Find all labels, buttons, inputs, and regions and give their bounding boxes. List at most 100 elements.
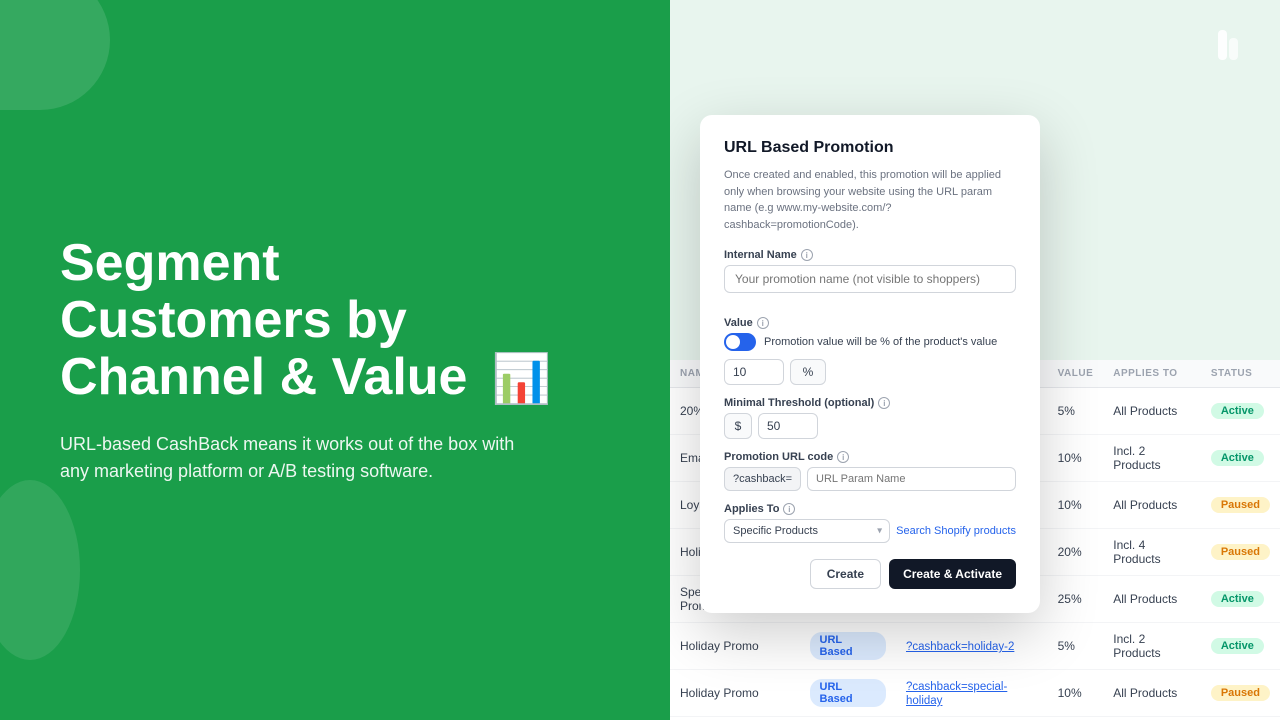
blob-decoration-bottom <box>0 480 80 660</box>
threshold-info-icon: i <box>878 397 890 409</box>
param-prefix: ?cashback= <box>724 467 801 491</box>
promo-code-link[interactable]: ?cashback=special-holiday <box>906 681 1007 707</box>
toggle-row: Promotion value will be % of the product… <box>724 333 1016 351</box>
status-badge: Active <box>1211 591 1264 607</box>
cell-value: 20% <box>1048 529 1104 576</box>
cell-status: Active <box>1201 576 1280 623</box>
cell-applies: Incl. 2 Products <box>1103 623 1201 670</box>
modal-title: URL Based Promotion <box>724 139 1016 157</box>
status-badge: Paused <box>1211 544 1270 560</box>
cell-promo: ?cashback=holiday-2 <box>896 623 1048 670</box>
col-applies: APPLIES TO <box>1103 360 1201 388</box>
cell-applies: All Products <box>1103 670 1201 717</box>
value-group: Value i Promotion value will be % of the… <box>724 317 1016 385</box>
cell-promo: ?cashback=special-holid... <box>896 717 1048 720</box>
applies-to-select[interactable]: Specific Products All Products <box>724 519 890 543</box>
applies-to-label: Applies To i <box>724 503 1016 515</box>
cell-value: 10% <box>1048 717 1104 720</box>
applies-to-group: Applies To i Specific Products All Produ… <box>724 503 1016 543</box>
value-info-icon: i <box>757 317 769 329</box>
unit-box: % <box>790 359 826 385</box>
modal-footer: Create Create & Activate <box>724 559 1016 589</box>
status-badge: Active <box>1211 638 1264 654</box>
cell-status: Paused <box>1201 482 1280 529</box>
cell-applies: Incl. 4 Products <box>1103 529 1201 576</box>
percentage-toggle[interactable] <box>724 333 756 351</box>
dollar-box: $ <box>724 413 752 439</box>
headline: Segment Customers by Channel & Value 📊 <box>60 235 610 407</box>
internal-name-input[interactable] <box>724 265 1016 293</box>
cell-value: 5% <box>1048 388 1104 435</box>
cell-promo: ?cashback=special-holiday <box>896 670 1048 717</box>
table-row[interactable]: Special Holiday Promo URL Based ?cashbac… <box>670 717 1280 720</box>
toggle-label: Promotion value will be % of the product… <box>764 336 997 348</box>
promo-code-link[interactable]: ?cashback=holiday-2 <box>906 641 1014 653</box>
headline-line2: Customers by <box>60 291 407 349</box>
status-badge: Paused <box>1211 497 1270 513</box>
cell-status: Paused <box>1201 670 1280 717</box>
left-panel: Segment Customers by Channel & Value 📊 U… <box>0 0 670 720</box>
logo <box>1204 24 1248 73</box>
url-based-badge: URL Based <box>810 679 886 707</box>
internal-name-info-icon: i <box>801 249 813 261</box>
search-shopify-link[interactable]: Search Shopify products <box>896 525 1016 537</box>
applies-info-icon: i <box>783 503 795 515</box>
promo-url-group: Promotion URL code i ?cashback= <box>724 451 1016 491</box>
internal-name-label: Internal Name i <box>724 249 1016 261</box>
value-input[interactable] <box>724 359 784 385</box>
cell-status: Paused <box>1201 529 1280 576</box>
cell-value: 10% <box>1048 435 1104 482</box>
threshold-input-row: $ <box>724 413 1016 439</box>
internal-name-group: Internal Name i <box>724 249 1016 305</box>
cell-type: URL Based <box>800 623 896 670</box>
cell-name: Special Holiday Promo <box>670 717 800 720</box>
url-based-promotion-modal: URL Based Promotion Once created and ena… <box>700 115 1040 613</box>
cell-type: URL Based <box>800 717 896 720</box>
subtext: URL-based CashBack means it works out of… <box>60 431 520 485</box>
table-row[interactable]: Holiday Promo URL Based ?cashback=specia… <box>670 670 1280 717</box>
status-badge: Paused <box>1211 685 1270 701</box>
chart-emoji: 📊 <box>492 354 552 407</box>
cell-applies: All Products <box>1103 482 1201 529</box>
cell-status: Active <box>1201 388 1280 435</box>
value-label: Value i <box>724 317 1016 329</box>
threshold-group: Minimal Threshold (optional) i $ <box>724 397 1016 439</box>
col-value: VALUE <box>1048 360 1104 388</box>
status-badge: Active <box>1211 403 1264 419</box>
status-badge: Active <box>1211 450 1264 466</box>
cell-value: 25% <box>1048 576 1104 623</box>
cell-status: Active <box>1201 717 1280 720</box>
headline-line3: Channel & Value <box>60 348 467 406</box>
cell-status: Active <box>1201 435 1280 482</box>
blob-decoration-top <box>0 0 110 110</box>
applies-to-row: Specific Products All Products ▾ Search … <box>724 519 1016 543</box>
modal-description: Once created and enabled, this promotion… <box>724 167 1016 233</box>
param-name-input[interactable] <box>807 467 1016 491</box>
logo-icon <box>1204 24 1248 68</box>
cell-applies: All Products <box>1103 388 1201 435</box>
url-based-badge: URL Based <box>810 632 886 660</box>
create-button[interactable]: Create <box>810 559 881 589</box>
col-status: STATUS <box>1201 360 1280 388</box>
create-activate-button[interactable]: Create & Activate <box>889 559 1016 589</box>
promo-url-input-row: ?cashback= <box>724 467 1016 491</box>
cell-status: Active <box>1201 623 1280 670</box>
cell-value: 10% <box>1048 482 1104 529</box>
cell-value: 5% <box>1048 623 1104 670</box>
cell-applies: All Products <box>1103 576 1201 623</box>
value-input-row: % <box>724 359 1016 385</box>
headline-line1: Segment <box>60 234 280 292</box>
right-panel: NAME TYPE PROMO CODE VALUE APPLIES TO ST… <box>670 0 1280 720</box>
cell-name: Holiday Promo <box>670 670 800 717</box>
promo-url-label: Promotion URL code i <box>724 451 1016 463</box>
cell-applies: Incl. 2 Products <box>1103 435 1201 482</box>
cell-value: 10% <box>1048 670 1104 717</box>
promo-url-info-icon: i <box>837 451 849 463</box>
threshold-input[interactable] <box>758 413 818 439</box>
applies-select-wrapper: Specific Products All Products ▾ <box>724 519 890 543</box>
cell-type: URL Based <box>800 670 896 717</box>
cell-applies: Incl. 2 Products <box>1103 717 1201 720</box>
threshold-label: Minimal Threshold (optional) i <box>724 397 1016 409</box>
table-row[interactable]: Holiday Promo URL Based ?cashback=holida… <box>670 623 1280 670</box>
cell-name: Holiday Promo <box>670 623 800 670</box>
